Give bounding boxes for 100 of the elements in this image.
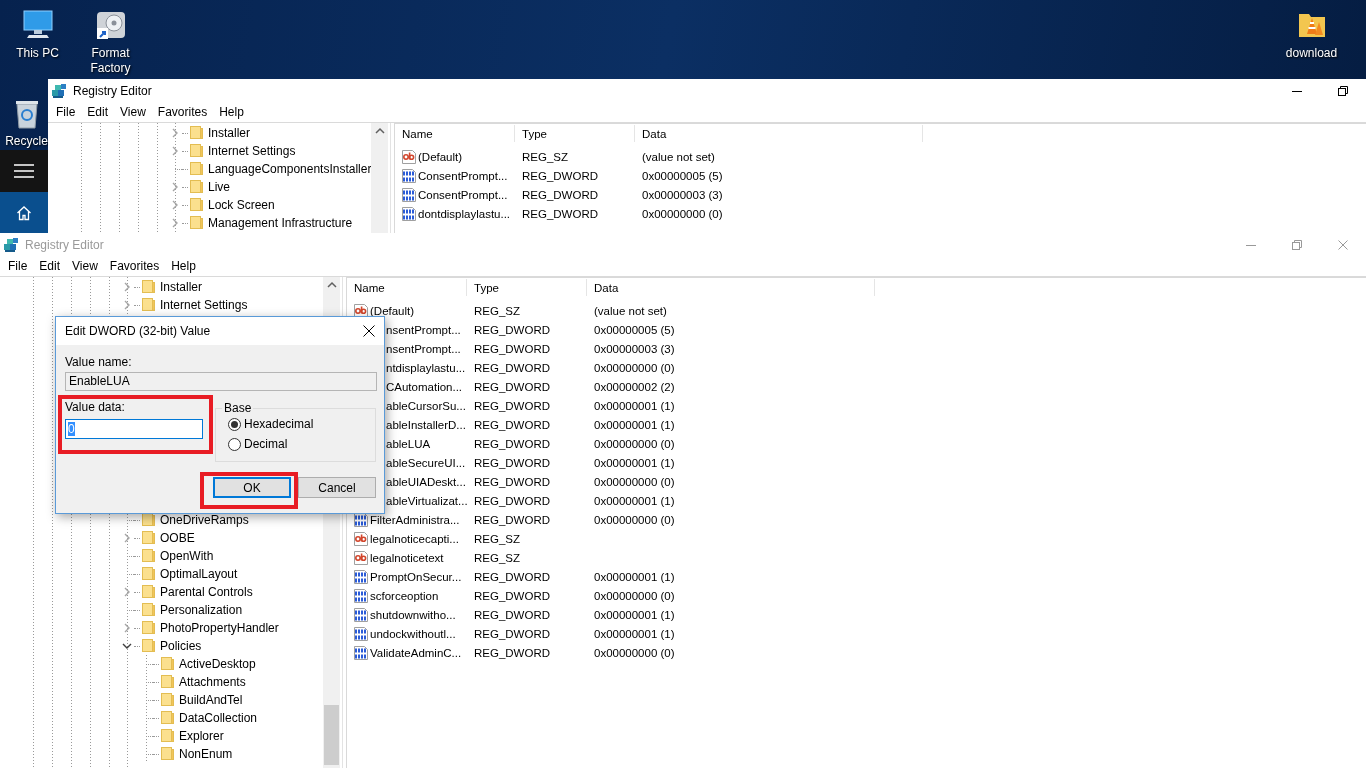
menu-item[interactable]: Favorites bbox=[104, 257, 165, 275]
table-cell-text: REG_DWORD bbox=[473, 418, 552, 431]
folder-icon bbox=[189, 143, 205, 159]
menu-item[interactable]: View bbox=[115, 103, 151, 121]
folder-icon bbox=[160, 674, 176, 690]
table-cell-text: REG_DWORD bbox=[473, 627, 552, 640]
binary-value-icon bbox=[353, 625, 369, 642]
registry-value-name: nsentPrompt... bbox=[386, 323, 461, 336]
table-cell-text: 0x00000000 (0) bbox=[593, 437, 676, 450]
table-cell-text: 0x00000002 (2) bbox=[593, 380, 676, 393]
tree-item[interactable]: Attachments bbox=[179, 675, 246, 689]
home-button[interactable] bbox=[0, 192, 48, 233]
menu-item[interactable]: Edit bbox=[34, 257, 66, 275]
registry-value-name: ntdisplaylastu... bbox=[386, 361, 466, 374]
radio-option[interactable]: Hexadecimal bbox=[228, 417, 375, 431]
table-cell-text: REG_DWORD bbox=[473, 380, 552, 393]
table-cell-text: REG_DWORD bbox=[473, 399, 552, 412]
tree-item[interactable]: Explorer bbox=[179, 729, 224, 743]
table-cell-text: 0x00000000 (0) bbox=[593, 513, 676, 526]
menu-item[interactable]: File bbox=[51, 103, 81, 121]
field-label: Value name: bbox=[65, 355, 133, 369]
registry-value-name: shutdownwitho... bbox=[370, 608, 456, 621]
folder-icon bbox=[160, 710, 176, 726]
tree-item[interactable]: Installer bbox=[160, 280, 203, 294]
folder-icon bbox=[160, 692, 176, 708]
registry-value-name: ableInstallerD... bbox=[386, 418, 466, 431]
desktop-icon-label[interactable]: Format Factory bbox=[80, 46, 141, 76]
radio-option[interactable]: Decimal bbox=[228, 437, 375, 451]
table-cell-text: REG_DWORD bbox=[521, 169, 600, 182]
table-cell-text: 0x00000001 (1) bbox=[593, 456, 676, 469]
folder-icon bbox=[141, 638, 157, 654]
tree-item[interactable]: PhotoPropertyHandler bbox=[160, 621, 279, 635]
binary-value-icon bbox=[353, 606, 369, 623]
table-cell-text: 0x00000000 (0) bbox=[593, 475, 676, 488]
registry-value-name: nsentPrompt... bbox=[386, 342, 461, 355]
window-title: Registry Editor bbox=[73, 83, 152, 98]
tree-item[interactable]: Management Infrastructure bbox=[208, 216, 353, 230]
folder-icon bbox=[160, 728, 176, 744]
tree-item[interactable]: Live bbox=[208, 180, 230, 194]
menu-icon bbox=[14, 164, 34, 178]
folder-icon bbox=[189, 197, 205, 213]
desktop-icon-label[interactable]: Recycle bbox=[5, 134, 48, 149]
registry-icon bbox=[3, 236, 19, 253]
scroll-up-icon[interactable] bbox=[373, 126, 386, 136]
tree-item[interactable]: Internet Settings bbox=[208, 144, 296, 158]
tree-item[interactable]: NonEnum bbox=[179, 747, 233, 761]
tree-item[interactable]: Parental Controls bbox=[160, 585, 253, 599]
menu-item[interactable]: Help bbox=[214, 103, 249, 121]
tree-item[interactable]: Lock Screen bbox=[208, 198, 275, 212]
table-cell-text: REG_DWORD bbox=[473, 323, 552, 336]
table-cell-text: 0x00000005 (5) bbox=[593, 323, 676, 336]
folder-icon bbox=[141, 620, 157, 636]
folder-icon bbox=[141, 548, 157, 564]
scrollbar[interactable] bbox=[371, 123, 389, 233]
value-name-field[interactable]: EnableLUA bbox=[65, 372, 377, 391]
close-icon bbox=[1338, 239, 1348, 250]
folder-icon bbox=[141, 297, 157, 313]
tree-item[interactable]: Policies bbox=[160, 639, 202, 653]
menu-item[interactable]: Help bbox=[166, 257, 201, 275]
folder-icon bbox=[189, 179, 205, 195]
tree-item[interactable]: Internet Settings bbox=[160, 298, 248, 312]
binary-value-icon bbox=[401, 186, 417, 203]
table-cell-text: REG_SZ bbox=[521, 150, 569, 163]
table-cell-text: 0x00000001 (1) bbox=[593, 570, 676, 583]
menu-item[interactable]: Favorites bbox=[152, 103, 213, 121]
registry-value-name: undockwithoutl... bbox=[370, 627, 456, 640]
tree-item[interactable]: BuildAndTel bbox=[179, 693, 243, 707]
scroll-up-icon[interactable] bbox=[325, 280, 338, 290]
tree-item[interactable]: OneDriveRamps bbox=[160, 513, 249, 527]
table-cell-text: REG_DWORD bbox=[473, 437, 552, 450]
scroll-thumb[interactable] bbox=[324, 705, 339, 765]
desktop-icon-label[interactable]: This PC bbox=[16, 46, 59, 61]
desktop-icon-label[interactable]: download bbox=[1285, 46, 1338, 61]
tree-item[interactable]: OptimalLayout bbox=[160, 567, 238, 581]
table-cell-text: 0x00000000 (0) bbox=[593, 361, 676, 374]
folder-icon bbox=[141, 530, 157, 546]
tree-item[interactable]: Installer bbox=[208, 126, 251, 140]
table-cell-text: REG_DWORD bbox=[473, 456, 552, 469]
tree-item[interactable]: LanguageComponentsInstaller bbox=[208, 162, 372, 176]
tree-item[interactable]: Personalization bbox=[160, 603, 243, 617]
table-cell-text: REG_DWORD bbox=[473, 494, 552, 507]
menu-button[interactable] bbox=[0, 150, 48, 192]
tree-item[interactable]: ActiveDesktop bbox=[179, 657, 256, 671]
tree-item[interactable]: OOBE bbox=[160, 531, 195, 545]
binary-value-icon bbox=[401, 205, 417, 222]
tree-item[interactable]: OpenWith bbox=[160, 549, 214, 563]
menu-item[interactable]: Edit bbox=[82, 103, 114, 121]
ok-button[interactable]: OK bbox=[213, 477, 291, 498]
table-cell-text: (value not set) bbox=[593, 304, 668, 317]
table-cell-text: REG_DWORD bbox=[473, 513, 552, 526]
table-cell-text: (value not set) bbox=[641, 150, 716, 163]
tree-item[interactable]: DataCollection bbox=[179, 711, 258, 725]
menu-item[interactable]: View bbox=[67, 257, 103, 275]
registry-value-name: ableLUA bbox=[386, 437, 431, 450]
registry-value-name: legalnoticetext bbox=[370, 551, 444, 564]
binary-value-icon bbox=[353, 644, 369, 661]
cancel-button[interactable]: Cancel bbox=[298, 477, 376, 498]
home-icon bbox=[16, 204, 32, 221]
table-cell-text: 0x00000000 (0) bbox=[593, 589, 676, 602]
menu-item[interactable]: File bbox=[3, 257, 33, 275]
